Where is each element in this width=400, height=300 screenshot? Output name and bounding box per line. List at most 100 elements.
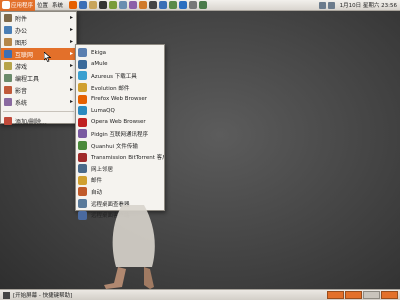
submenu-arrow-icon: ▸ <box>69 14 73 21</box>
menu-item-office[interactable]: 办公 ▸ <box>1 24 76 36</box>
submenu-item-pidgin[interactable]: Pidgin 互联网通讯程序 <box>76 128 164 140</box>
azureus-icon <box>78 71 87 81</box>
submenu-item-label: Pidgin 互联网通讯程序 <box>91 131 148 138</box>
workspace-4[interactable] <box>381 291 398 299</box>
submenu-item-label: 自动 <box>91 189 103 196</box>
internet-icon <box>4 50 12 58</box>
help-icon[interactable] <box>79 1 88 9</box>
menu-item-games[interactable]: 游戏 ▸ <box>1 60 76 72</box>
submenu-item-evolution[interactable]: Evolution 邮件 <box>76 82 164 94</box>
pidgin-icon[interactable] <box>129 1 138 9</box>
remote-desktop-icon <box>78 199 87 209</box>
ekiga-icon <box>78 48 87 58</box>
camera-icon[interactable] <box>189 1 198 9</box>
submenu-item-transmission[interactable]: Transmission BitTorrent 客户端 <box>76 151 164 163</box>
submenu-item-label: Transmission BitTorrent 客户端 <box>91 155 164 162</box>
submenu-item-azureus[interactable]: Azureus 下载工具 <box>76 70 164 82</box>
mail-icon[interactable] <box>159 1 168 9</box>
launcher-area <box>69 1 208 9</box>
taskbar-button[interactable]: [开始屏幕 - 快捷键帮助] <box>3 291 72 299</box>
menu-item-label: 游戏 <box>15 63 28 71</box>
places-menu-button[interactable]: 位置 <box>35 0 50 11</box>
text-editor-icon[interactable] <box>109 1 118 9</box>
submenu-item-lumaqq[interactable]: LumaQQ <box>76 105 164 117</box>
submenu-item-amule[interactable]: aMule <box>76 59 164 71</box>
menu-item-label: 附件 <box>15 15 28 23</box>
applications-menu-button[interactable]: 应用程序 <box>0 0 36 11</box>
home-folder-icon[interactable] <box>89 1 98 9</box>
ftp-icon[interactable] <box>169 1 178 9</box>
accessories-icon <box>4 14 12 22</box>
workspace-3[interactable] <box>363 291 380 299</box>
menu-separator <box>3 111 74 112</box>
menu-item-graphics[interactable]: 图形 ▸ <box>1 36 76 48</box>
add-remove-icon <box>4 117 12 125</box>
submenu-item-opera[interactable]: Opera Web Browser <box>76 117 164 129</box>
menu-item-programming[interactable]: 编程工具 ▸ <box>1 72 76 84</box>
menu-item-label: 互联网 <box>15 51 34 59</box>
programming-icon <box>4 74 12 82</box>
submenu-arrow-icon: ▸ <box>69 86 73 93</box>
submenu-item-label: Opera Web Browser <box>91 119 146 126</box>
submenu-item-label: 网上邻居 <box>91 166 114 173</box>
submenu-item-label: Evolution 邮件 <box>91 85 130 92</box>
network-status-icon[interactable] <box>318 1 326 9</box>
submenu-item-label: 邮件 <box>91 178 103 185</box>
ftp-icon <box>78 141 87 151</box>
mouse-cursor-icon <box>44 52 51 62</box>
system-menu-button[interactable]: 系统 <box>50 0 65 11</box>
submenu-item-mail[interactable]: 邮件 <box>76 175 164 187</box>
system-monitor-icon[interactable] <box>199 1 208 9</box>
volume-icon[interactable] <box>327 1 335 9</box>
submenu-arrow-icon: ▸ <box>69 74 73 81</box>
menu-item-label: 办公 <box>15 27 28 35</box>
applications-menu: 附件 ▸ 办公 ▸ 图形 ▸ 互联网 ▸ 游戏 ▸ 编程工具 ▸ 影音 ▸ 系统 ▸ 添加/删除... <box>0 11 77 127</box>
menu-item-accessories[interactable]: 附件 ▸ <box>1 12 76 24</box>
lumaqq-icon <box>78 106 87 116</box>
submenu-arrow-icon: ▸ <box>69 62 73 69</box>
submenu-item-label: Quanhui 文件传输 <box>91 143 138 150</box>
submenu-item-network[interactable]: 网上邻居 <box>76 163 164 175</box>
music-player-icon[interactable] <box>139 1 148 9</box>
internet-submenu: Ekiga aMule Azureus 下载工具 Evolution 邮件 Firefo… <box>75 44 165 220</box>
workspace-switcher <box>327 291 400 299</box>
submenu-item-label: Ekiga <box>91 49 107 56</box>
clock[interactable]: 1月10日 星期六 23:56 <box>340 1 397 9</box>
menu-item-label: 系统 <box>15 99 28 107</box>
submenu-item-ekiga[interactable]: Ekiga <box>76 47 164 59</box>
submenu-arrow-icon: ▸ <box>69 38 73 45</box>
submenu-item-auto[interactable]: 自动 <box>76 186 164 198</box>
system-tray: 1月10日 星期六 23:56 <box>318 1 400 9</box>
bottom-panel: [开始屏幕 - 快捷键帮助] <box>0 289 400 300</box>
show-desktop-icon[interactable] <box>3 291 10 299</box>
menu-item-label: 添加/删除... <box>15 118 47 126</box>
terminal-server-icon <box>78 210 87 220</box>
menu-item-internet[interactable]: 互联网 ▸ <box>1 48 76 60</box>
terminal-icon[interactable] <box>99 1 108 9</box>
menu-item-sound-video[interactable]: 影音 ▸ <box>1 84 76 96</box>
menu-item-label: 编程工具 <box>15 75 40 83</box>
image-viewer-icon[interactable] <box>119 1 128 9</box>
auto-icon <box>78 187 87 197</box>
sound-video-icon <box>4 86 12 94</box>
menu-item-system-tools[interactable]: 系统 ▸ <box>1 96 76 108</box>
submenu-arrow-icon: ▸ <box>69 26 73 33</box>
submenu-item-label: Azureus 下载工具 <box>91 73 137 80</box>
ubuntu-logo-icon <box>2 1 10 9</box>
video-icon[interactable] <box>149 1 158 9</box>
workspace-1[interactable] <box>327 291 344 299</box>
top-panel: 应用程序 位置 系统 1月10日 星期六 23:56 <box>0 0 400 11</box>
system-tools-icon <box>4 98 12 106</box>
amule-icon <box>78 59 87 69</box>
transmission-icon <box>78 152 87 162</box>
taskbar-button-label: [开始屏幕 - 快捷键帮助] <box>13 293 73 299</box>
qq-icon[interactable] <box>179 1 188 9</box>
submenu-item-firefox[interactable]: Firefox Web Browser <box>76 93 164 105</box>
submenu-arrow-icon: ▸ <box>69 50 73 57</box>
workspace-2[interactable] <box>345 291 362 299</box>
menu-item-add-remove[interactable]: 添加/删除... <box>1 115 76 127</box>
office-icon <box>4 26 12 34</box>
firefox-icon[interactable] <box>69 1 78 9</box>
submenu-arrow-icon: ▸ <box>69 98 73 105</box>
submenu-item-ftp[interactable]: Quanhui 文件传输 <box>76 140 164 152</box>
